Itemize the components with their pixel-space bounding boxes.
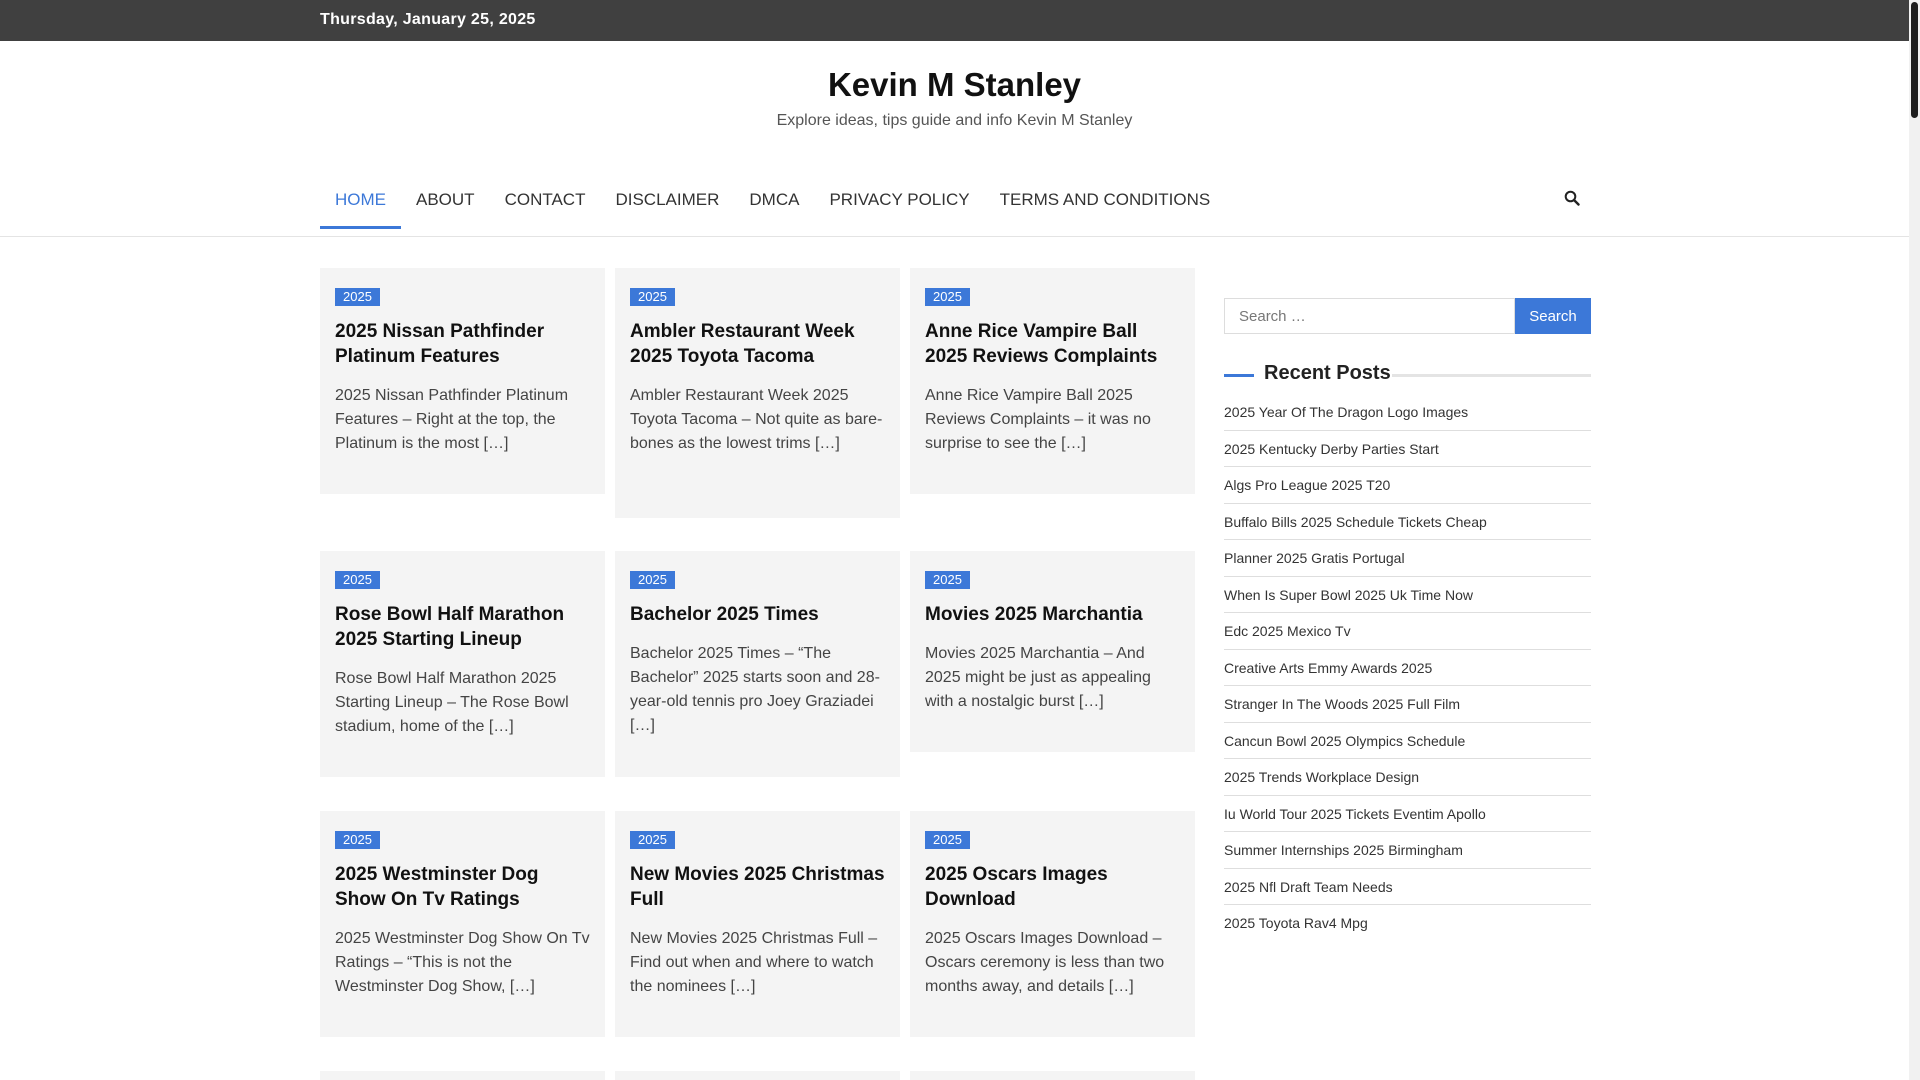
post-title[interactable]: New Movies 2025 Christmas Full <box>630 862 885 912</box>
post-excerpt: Rose Bowl Half Marathon 2025 Starting Li… <box>335 670 569 735</box>
recent-post-link[interactable]: 2025 Kentucky Derby Parties Start <box>1224 431 1591 467</box>
scrollbar-thumb[interactable] <box>1911 2 1918 118</box>
post-excerpt: 2025 Westminster Dog Show On Tv Ratings … <box>335 930 590 995</box>
nav-terms-and-conditions[interactable]: TERMS AND CONDITIONS <box>985 180 1226 229</box>
site-title[interactable]: Kevin M Stanley <box>0 66 1909 104</box>
search-icon[interactable] <box>1564 190 1584 210</box>
nav-dmca[interactable]: DMCA <box>734 180 814 229</box>
post-title[interactable]: Bachelor 2025 Times <box>630 602 885 627</box>
recent-post-link[interactable]: Edc 2025 Mexico Tv <box>1224 613 1591 650</box>
recent-posts-heading: Recent Posts <box>1224 362 1591 388</box>
post-title[interactable]: 2025 Westminster Dog Show On Tv Ratings <box>335 862 590 912</box>
post-card: 2025 2025 Oscars Images Download 2025 Os… <box>910 811 1195 1037</box>
post-card: 2025 Anne Rice Vampire Ball 2025 Reviews… <box>910 268 1195 494</box>
post-excerpt: 2025 Nissan Pathfinder Platinum Features… <box>335 387 569 452</box>
post-title[interactable]: Ambler Restaurant Week 2025 Toyota Tacom… <box>630 319 885 369</box>
recent-post-link[interactable]: When Is Super Bowl 2025 Uk Time Now <box>1224 577 1591 613</box>
post-card: 2025 New Movies 2025 Christmas Full New … <box>615 811 900 1037</box>
recent-post-link[interactable]: 2025 Nfl Draft Team Needs <box>1224 869 1591 905</box>
post-title[interactable]: 2025 Nissan Pathfinder Platinum Features <box>335 319 590 369</box>
heading-divider-line <box>1392 374 1591 377</box>
recent-post-link[interactable]: Stranger In The Woods 2025 Full Film <box>1224 686 1591 723</box>
nav-divider <box>0 236 1909 237</box>
recent-post-link[interactable]: Creative Arts Emmy Awards 2025 <box>1224 650 1591 686</box>
category-badge[interactable]: 2025 <box>335 571 380 589</box>
nav-contact[interactable]: CONTACT <box>490 180 601 229</box>
post-excerpt: 2025 Oscars Images Download – Oscars cer… <box>925 930 1165 995</box>
recent-post-link[interactable]: Summer Internships 2025 Birmingham <box>1224 832 1591 869</box>
category-badge[interactable]: 2025 <box>335 831 380 849</box>
post-card: 2025 Rose Bowl Half Marathon 2025 Starti… <box>320 551 605 777</box>
recent-post-link[interactable]: Planner 2025 Gratis Portugal <box>1224 540 1591 577</box>
heading-accent-line <box>1224 374 1254 377</box>
recent-post-link[interactable]: Algs Pro League 2025 T20 <box>1224 467 1591 504</box>
recent-post-link[interactable]: Cancun Bowl 2025 Olympics Schedule <box>1224 723 1591 759</box>
recent-post-link[interactable]: Iu World Tour 2025 Tickets Eventim Apoll… <box>1224 796 1591 832</box>
nav-disclaimer[interactable]: DISCLAIMER <box>600 180 734 229</box>
post-card <box>910 1071 1195 1080</box>
post-card: 2025 2025 Westminster Dog Show On Tv Rat… <box>320 811 605 1037</box>
post-title[interactable]: Movies 2025 Marchantia <box>925 602 1180 627</box>
category-badge[interactable]: 2025 <box>925 831 970 849</box>
recent-posts-title: Recent Posts <box>1264 362 1391 384</box>
post-card: 2025 Ambler Restaurant Week 2025 Toyota … <box>615 268 900 518</box>
category-badge[interactable]: 2025 <box>630 571 675 589</box>
post-title[interactable]: 2025 Oscars Images Download <box>925 862 1180 912</box>
nav-privacy-policy[interactable]: PRIVACY POLICY <box>814 180 984 229</box>
post-card: 2025 Bachelor 2025 Times Bachelor 2025 T… <box>615 551 900 777</box>
top-bar: Thursday, January 25, 2025 <box>0 0 1909 41</box>
post-title[interactable]: Anne Rice Vampire Ball 2025 Reviews Comp… <box>925 319 1180 369</box>
category-badge[interactable]: 2025 <box>630 831 675 849</box>
category-badge[interactable]: 2025 <box>925 288 970 306</box>
post-card <box>320 1071 605 1080</box>
recent-posts-list: 2025 Year Of The Dragon Logo Images 2025… <box>1224 394 1591 942</box>
post-excerpt: Bachelor 2025 Times – “The Bachelor” 202… <box>630 645 880 734</box>
post-excerpt: Ambler Restaurant Week 2025 Toyota Tacom… <box>630 387 883 452</box>
post-excerpt: Movies 2025 Marchantia – And 2025 might … <box>925 645 1151 710</box>
current-date: Thursday, January 25, 2025 <box>320 11 536 28</box>
post-card <box>615 1071 900 1080</box>
sidebar-search: Search <box>1224 298 1591 334</box>
post-title[interactable]: Rose Bowl Half Marathon 2025 Starting Li… <box>335 602 590 652</box>
post-card: 2025 2025 Nissan Pathfinder Platinum Fea… <box>320 268 605 494</box>
search-button[interactable]: Search <box>1515 298 1591 334</box>
recent-post-link[interactable]: 2025 Year Of The Dragon Logo Images <box>1224 394 1591 431</box>
nav-about[interactable]: ABOUT <box>401 180 490 229</box>
recent-post-link[interactable]: 2025 Toyota Rav4 Mpg <box>1224 905 1591 942</box>
recent-post-link[interactable]: 2025 Trends Workplace Design <box>1224 759 1591 796</box>
main-nav: HOME ABOUT CONTACT DISCLAIMER DMCA PRIVA… <box>320 180 1225 230</box>
category-badge[interactable]: 2025 <box>630 288 675 306</box>
search-input[interactable] <box>1224 298 1515 334</box>
recent-post-link[interactable]: Buffalo Bills 2025 Schedule Tickets Chea… <box>1224 504 1591 540</box>
post-excerpt: New Movies 2025 Christmas Full – Find ou… <box>630 930 878 995</box>
nav-home[interactable]: HOME <box>320 180 401 229</box>
category-badge[interactable]: 2025 <box>925 571 970 589</box>
category-badge[interactable]: 2025 <box>335 288 380 306</box>
page-scrollbar[interactable] <box>1909 0 1920 1080</box>
post-card: 2025 Movies 2025 Marchantia Movies 2025 … <box>910 551 1195 752</box>
site-tagline: Explore ideas, tips guide and info Kevin… <box>776 112 1133 129</box>
post-excerpt: Anne Rice Vampire Ball 2025 Reviews Comp… <box>925 387 1151 452</box>
